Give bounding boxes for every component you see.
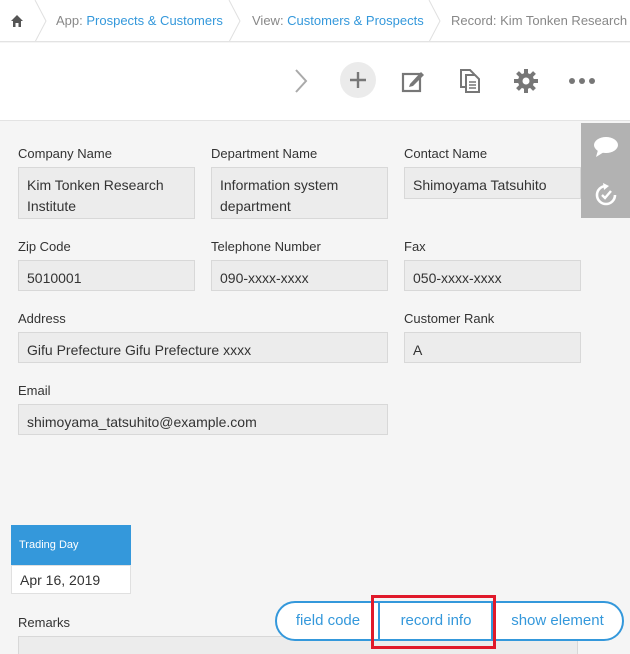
department-name-field[interactable]: Information system department — [211, 167, 388, 219]
contact-name-field[interactable]: Shimoyama Tatsuhito — [404, 167, 581, 199]
zip-code-label: Zip Code — [18, 239, 71, 254]
breadcrumb-app-prefix: App: — [56, 13, 87, 28]
gear-icon[interactable] — [508, 63, 544, 99]
breadcrumb-app-link[interactable]: Prospects & Customers — [86, 13, 223, 28]
zip-code-field[interactable]: 5010001 — [18, 260, 195, 291]
breadcrumb-view[interactable]: View: Customers & Prospects — [252, 0, 424, 41]
fax-label: Fax — [404, 239, 426, 254]
copy-icon[interactable] — [452, 63, 488, 99]
customer-rank-label: Customer Rank — [404, 311, 495, 326]
breadcrumb-separator-icon — [428, 0, 442, 41]
breadcrumb-view-prefix: View: — [252, 13, 288, 28]
plus-icon[interactable] — [340, 62, 376, 98]
breadcrumb-view-link[interactable]: Customers & Prospects — [287, 13, 424, 28]
telephone-label: Telephone Number — [211, 239, 321, 254]
highlight-box — [371, 595, 496, 649]
address-field[interactable]: Gifu Prefecture Gifu Prefecture xxxx — [18, 332, 388, 363]
field-code-button[interactable]: field code — [277, 603, 379, 639]
breadcrumb-record: Record: Kim Tonken Research In — [451, 13, 630, 28]
home-icon[interactable] — [0, 0, 34, 41]
company-name-field[interactable]: Kim Tonken Research Institute — [18, 167, 195, 219]
history-icon[interactable] — [581, 171, 630, 218]
remarks-label: Remarks — [18, 615, 71, 630]
trading-day-label: Trading Day — [11, 525, 131, 565]
department-name-label: Department Name — [211, 146, 318, 161]
fax-field[interactable]: 050-xxxx-xxxx — [404, 260, 581, 291]
customer-rank-field[interactable]: A — [404, 332, 581, 363]
trading-day-field[interactable]: Apr 16, 2019 — [11, 565, 131, 594]
company-name-label: Company Name — [18, 146, 112, 161]
telephone-field[interactable]: 090-xxxx-xxxx — [211, 260, 388, 291]
email-label: Email — [18, 383, 51, 398]
side-panel — [581, 123, 630, 218]
address-label: Address — [18, 311, 66, 326]
breadcrumb-separator-icon — [228, 0, 242, 41]
show-element-button[interactable]: show element — [493, 603, 622, 639]
edit-icon[interactable] — [395, 63, 431, 99]
more-icon[interactable] — [564, 63, 600, 99]
comment-icon[interactable] — [581, 123, 630, 170]
breadcrumb-app[interactable]: App: Prospects & Customers — [56, 0, 223, 41]
contact-name-label: Contact Name — [404, 146, 488, 161]
email-field[interactable]: shimoyama_tatsuhito@example.com — [18, 404, 388, 435]
breadcrumb-separator-icon — [34, 0, 48, 41]
breadcrumb: App: Prospects & Customers View: Custome… — [0, 0, 630, 42]
chevron-right-icon[interactable] — [283, 63, 319, 99]
record-toolbar — [0, 43, 630, 121]
